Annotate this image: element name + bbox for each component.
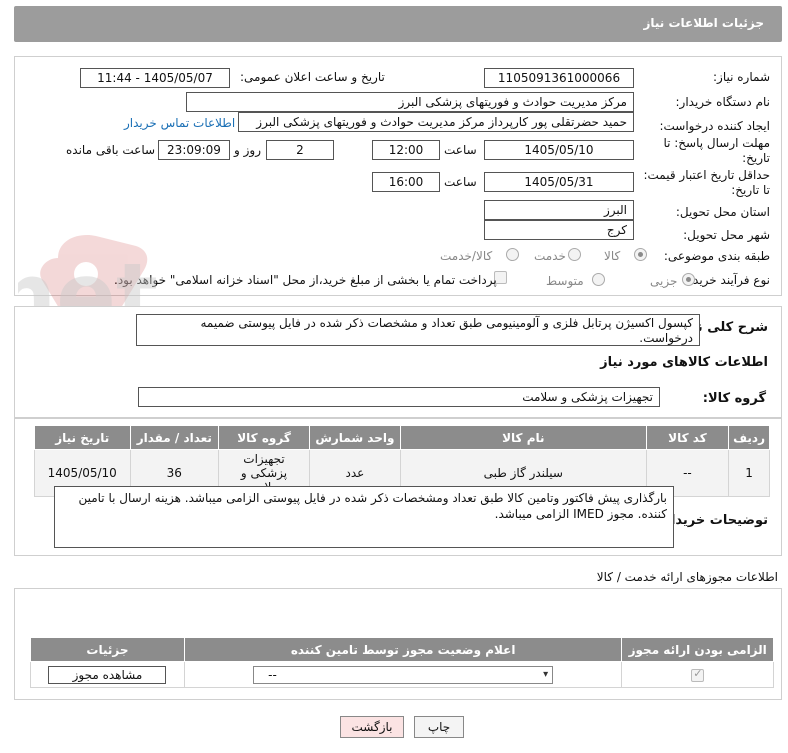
goods-section-title: اطلاعات کالاهای مورد نیاز	[600, 355, 768, 370]
city-field: کرج	[484, 220, 634, 240]
chevron-down-icon: ▾	[543, 668, 549, 680]
days-field: 2	[266, 140, 334, 160]
permits-table-header: الزامی بودن ارائه مجوز اعلام وضعیت مجوز …	[30, 637, 774, 662]
process-medium-label: متوسط	[546, 274, 584, 288]
col-need-date: تاریخ نیاز	[34, 425, 131, 450]
table-row: -- ▾ مشاهده مجوز	[30, 661, 774, 688]
col-group: گروه کالا	[218, 425, 310, 450]
category-label: طبقه بندی موضوعی:	[663, 249, 770, 263]
col-permit-required: الزامی بودن ارائه مجوز	[621, 637, 774, 662]
creator-label: ایجاد کننده درخواست:	[659, 119, 770, 133]
back-button[interactable]: بازگشت	[340, 716, 404, 738]
category-service-radio[interactable]	[568, 248, 581, 261]
city-label: شهر محل تحویل:	[683, 228, 770, 242]
process-minor-label: جزیی	[650, 274, 678, 288]
permit-status-select[interactable]: -- ▾	[253, 665, 554, 684]
category-goods-service-label: کالا/خدمت	[440, 249, 493, 263]
col-row: ردیف	[728, 425, 770, 450]
view-permit-button[interactable]: مشاهده مجوز	[48, 665, 167, 684]
process-type-label: نوع فرآیند خرید :	[685, 273, 770, 287]
category-goods-label: کالا	[604, 249, 621, 263]
category-goods-service-radio[interactable]	[506, 248, 519, 261]
process-minor-radio[interactable]	[682, 273, 695, 286]
description-textarea[interactable]: کپسول اکسیژن پرتابل فلزی و آلومینیومی طب…	[136, 314, 700, 346]
col-permit-status: اعلام وضعیت مجوز توسط تامین کننده	[183, 637, 623, 662]
category-goods-radio[interactable]	[634, 248, 647, 261]
goods-group-field: تجهیزات پزشکی و سلامت	[138, 387, 660, 407]
buyer-notes-label: توضیحات خریدار:	[658, 513, 768, 528]
days-label: روز و	[234, 143, 261, 157]
col-quantity: تعداد / مقدار	[129, 425, 220, 450]
category-service-label: خدمت	[534, 249, 566, 263]
treasury-payment-note: پرداخت تمام یا بخشی از مبلغ خرید،از محل …	[114, 273, 497, 287]
page-title: جزئیات اطلاعات نیاز	[643, 16, 764, 30]
goods-table-header: ردیف کد کالا نام کالا واحد شمارش گروه کا…	[34, 425, 770, 450]
need-number-field: 1105091361000066	[484, 68, 634, 88]
need-number-label: شماره نیاز:	[713, 70, 770, 84]
province-field: البرز	[484, 200, 634, 220]
price-validity-label: حداقل تاریخ اعتبار قیمت: تا تاریخ:	[643, 168, 770, 197]
col-code: کد کالا	[645, 425, 730, 450]
permits-section-title: اطلاعات مجوزهای ارائه خدمت / کالا	[596, 570, 778, 584]
cell-permit-required	[621, 661, 774, 688]
permit-required-checkbox[interactable]	[691, 667, 705, 682]
reply-time-label: ساعت	[444, 143, 477, 157]
creator-field: حمید حضرتقلی پور کارپرداز مرکز مدیریت حو…	[238, 112, 634, 132]
print-button[interactable]: چاپ	[414, 716, 464, 738]
process-medium-radio[interactable]	[592, 273, 605, 286]
reply-date-field: 1405/05/10	[484, 140, 634, 160]
col-permit-details: جزئیات	[30, 637, 185, 662]
col-name: نام کالا	[399, 425, 647, 450]
cell-permit-status: -- ▾	[183, 661, 623, 688]
buyer-contact-link[interactable]: اطلاعات تماس خریدار	[124, 116, 235, 130]
page-header: جزئیات اطلاعات نیاز	[14, 6, 782, 42]
buyer-notes-textarea[interactable]: بارگذاری پیش فاکتور وتامین کالا طبق تعدا…	[54, 486, 674, 548]
price-time-field: 16:00	[372, 172, 440, 192]
reply-time-field: 12:00	[372, 140, 440, 160]
province-label: استان محل تحویل:	[675, 205, 770, 219]
buyer-org-label: نام دستگاه خریدار:	[675, 95, 771, 109]
col-unit: واحد شمارش	[308, 425, 401, 450]
price-time-label: ساعت	[444, 175, 477, 189]
announce-date-field: 1405/05/07 - 11:44	[80, 68, 230, 88]
cell-row: 1	[728, 449, 770, 497]
goods-group-label: گروه کالا:	[702, 391, 766, 406]
remaining-time-field: 23:09:09	[158, 140, 230, 160]
remaining-time-label: ساعت باقی مانده	[66, 143, 156, 157]
reply-deadline-label: مهلت ارسال پاسخ: تا تاریخ:	[663, 136, 770, 165]
announce-date-label: تاریخ و ساعت اعلان عمومی:	[240, 70, 385, 84]
permits-table: الزامی بودن ارائه مجوز اعلام وضعیت مجوز …	[30, 637, 774, 688]
price-date-field: 1405/05/31	[484, 172, 634, 192]
cell-permit-details: مشاهده مجوز	[30, 661, 185, 688]
buyer-org-field: مرکز مدیریت حوادث و فوریتهای پزشکی البرز	[186, 92, 634, 112]
